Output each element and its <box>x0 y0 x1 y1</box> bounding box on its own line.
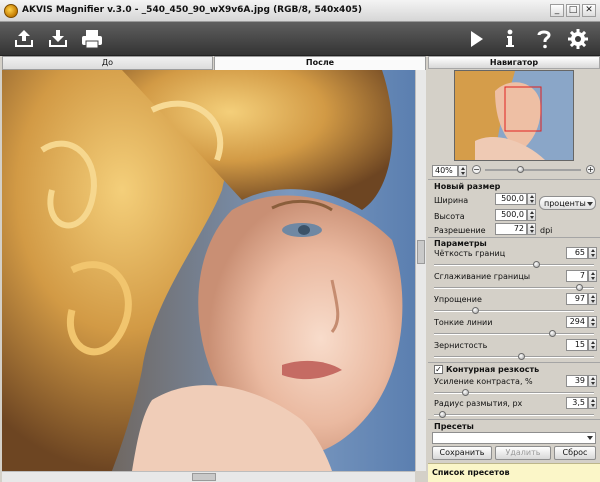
params-slider-thumb[interactable] <box>549 330 556 337</box>
contour-label: Радиус размытия, px <box>434 399 523 408</box>
presets-list-title: Список пресетов <box>432 468 510 477</box>
params-value-field[interactable]: 15 <box>566 339 588 351</box>
settings-panel: Навигатор 40% − + Новый размер Ширина 50… <box>428 56 600 482</box>
contour-slider-thumb[interactable] <box>439 411 446 418</box>
help-icon[interactable] <box>531 26 557 52</box>
params-slider-thumb[interactable] <box>576 284 583 291</box>
params-stepper[interactable] <box>588 339 597 351</box>
width-stepper[interactable] <box>527 193 536 205</box>
params-slider-track[interactable] <box>434 333 594 335</box>
params-label: Сглаживание границы <box>434 272 531 281</box>
params-value-field[interactable]: 7 <box>566 270 588 282</box>
zoom-dropdown[interactable] <box>458 165 467 177</box>
minimize-button[interactable]: _ <box>550 4 564 17</box>
resolution-label: Разрешение <box>434 226 486 235</box>
params-slider-thumb[interactable] <box>518 353 525 360</box>
unit-value: проценты <box>544 199 586 208</box>
zoom-out-icon[interactable]: − <box>472 165 481 174</box>
resolution-field[interactable]: 72 <box>495 223 527 235</box>
app-icon <box>4 4 18 18</box>
contour-title: Контурная резкость <box>446 365 540 374</box>
presets-list-panel: Список пресетов <box>428 463 600 482</box>
horizontal-scrollbar[interactable] <box>2 471 415 482</box>
zoom-slider-track[interactable] <box>485 169 581 171</box>
height-field[interactable]: 500,0 <box>495 209 527 221</box>
image-canvas[interactable] <box>2 70 415 471</box>
params-label: Зернистость <box>434 341 488 350</box>
info-icon[interactable] <box>497 26 523 52</box>
contour-slider-thumb[interactable] <box>462 389 469 396</box>
params-slider-track[interactable] <box>434 264 594 266</box>
print-icon[interactable] <box>79 26 105 52</box>
presets-select[interactable] <box>432 432 596 444</box>
params-label: Чёткость границ <box>434 249 506 258</box>
maximize-button[interactable]: □ <box>566 4 580 17</box>
width-field[interactable]: 500,0 <box>495 193 527 205</box>
resolution-stepper[interactable] <box>527 223 536 235</box>
params-slider-thumb[interactable] <box>533 261 540 268</box>
navigator-header: Навигатор <box>428 56 600 69</box>
params-slider-track[interactable] <box>434 310 594 312</box>
contour-stepper[interactable] <box>588 397 597 409</box>
params-slider-thumb[interactable] <box>472 307 479 314</box>
params-slider-track[interactable] <box>434 287 594 289</box>
new-size-title: Новый размер <box>434 182 501 191</box>
height-stepper[interactable] <box>527 209 536 221</box>
width-label: Ширина <box>434 196 469 205</box>
settings-icon[interactable] <box>565 26 591 52</box>
tab-before[interactable]: До <box>2 56 213 70</box>
params-value-field[interactable]: 97 <box>566 293 588 305</box>
params-label: Упрощение <box>434 295 482 304</box>
zoom-in-icon[interactable]: + <box>586 165 595 174</box>
save-icon[interactable] <box>45 26 71 52</box>
params-stepper[interactable] <box>588 293 597 305</box>
run-icon[interactable] <box>463 26 489 52</box>
params-slider-track[interactable] <box>434 356 594 358</box>
params-label: Тонкие линии <box>434 318 493 327</box>
params-value-field[interactable]: 294 <box>566 316 588 328</box>
tab-after[interactable]: После <box>214 56 426 70</box>
unit-select[interactable]: проценты <box>539 196 596 210</box>
contour-label: Усиление контраста, % <box>434 377 533 386</box>
delete-preset-button[interactable]: Удалить <box>495 446 551 460</box>
chevron-down-icon <box>587 436 593 440</box>
contour-slider-track[interactable] <box>434 414 594 416</box>
close-button[interactable]: ✕ <box>582 4 596 17</box>
navigator-preview[interactable] <box>454 70 574 161</box>
params-stepper[interactable] <box>588 247 597 259</box>
window-title: AKVIS Magnifier v.3.0 - _540_450_90_wX9v… <box>22 5 362 15</box>
vertical-scrollbar[interactable] <box>415 70 426 471</box>
zoom-slider-thumb[interactable] <box>517 166 524 173</box>
reset-button[interactable]: Сброс <box>554 446 596 460</box>
presets-title: Пресеты <box>434 422 474 431</box>
parameters-title: Параметры <box>434 239 487 248</box>
params-stepper[interactable] <box>588 316 597 328</box>
open-icon[interactable] <box>11 26 37 52</box>
contour-slider-track[interactable] <box>434 392 594 394</box>
contour-value-field[interactable]: 39 <box>566 375 588 387</box>
zoom-value[interactable]: 40% <box>432 165 458 177</box>
resolution-unit: dpi <box>540 226 553 235</box>
params-stepper[interactable] <box>588 270 597 282</box>
chevron-down-icon <box>587 202 593 206</box>
contour-value-field[interactable]: 3,5 <box>566 397 588 409</box>
contour-checkbox[interactable]: ✓ <box>434 365 443 374</box>
height-label: Высота <box>434 212 465 221</box>
contour-stepper[interactable] <box>588 375 597 387</box>
params-value-field[interactable]: 65 <box>566 247 588 259</box>
save-preset-button[interactable]: Сохранить <box>432 446 492 460</box>
